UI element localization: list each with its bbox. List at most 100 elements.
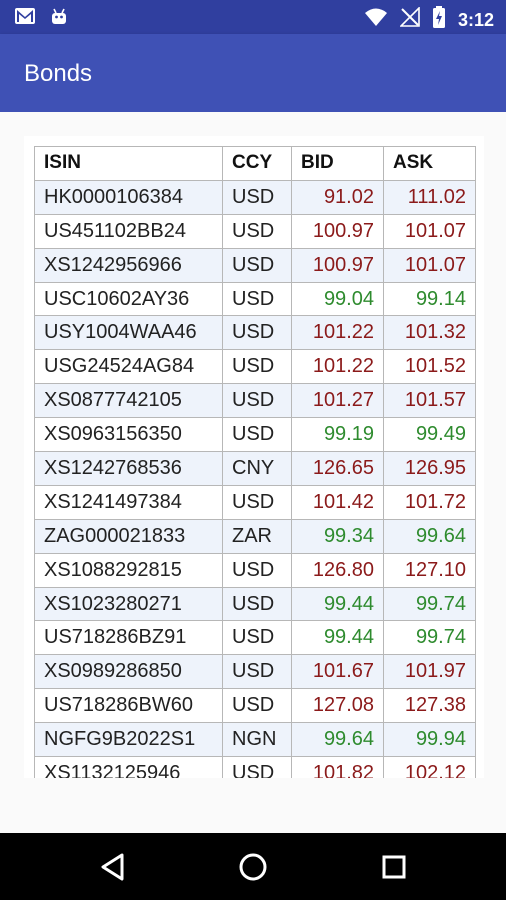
cell-bid: 101.42 [291, 484, 384, 520]
table-row[interactable]: XS1088292815 USD 126.80 127.10 [34, 552, 476, 588]
cell-bid: 101.67 [291, 654, 384, 690]
cell-isin: XS1241497384 [34, 484, 223, 520]
cell-ask: 127.10 [383, 552, 476, 588]
cell-isin: XS1242956966 [34, 247, 223, 283]
cell-ask: 126.95 [383, 451, 476, 486]
cell-bid: 100.97 [291, 247, 384, 283]
wifi-icon [364, 7, 388, 32]
table-row[interactable]: US451102BB24 USD 100.97 101.07 [34, 213, 476, 249]
table-row[interactable]: US718286BZ91 USD 99.44 99.74 [34, 620, 476, 656]
cell-ask: 127.38 [383, 688, 476, 724]
cell-isin: XS1242768536 [34, 451, 223, 486]
cell-ask: 111.02 [383, 179, 476, 215]
cell-isin: HK0000106384 [34, 179, 223, 215]
table-row[interactable]: NGFG9B2022S1 NGN 99.64 99.94 [34, 722, 476, 758]
cell-bid: 126.80 [291, 552, 384, 588]
gmail-icon [14, 7, 36, 30]
cell-ask: 101.07 [383, 247, 476, 283]
cell-isin: XS0963156350 [34, 417, 223, 453]
recents-icon[interactable] [377, 850, 411, 884]
cell-ccy: USD [222, 688, 292, 724]
cell-bid: 99.34 [291, 518, 384, 554]
cell-ask: 101.57 [383, 383, 476, 419]
cell-ccy: USD [222, 281, 292, 317]
table-row[interactable]: XS0989286850 USD 101.67 101.97 [34, 654, 476, 690]
table-body: HK0000106384 USD 91.02 111.02 US451102BB24 US… [34, 179, 476, 778]
cell-ccy: USD [222, 349, 292, 385]
cell-isin: US718286BW60 [34, 688, 223, 724]
cell-ask: 101.32 [383, 315, 476, 351]
cell-isin: XS0989286850 [34, 654, 223, 690]
cell-isin: XS1088292815 [34, 552, 223, 588]
table-row[interactable]: XS0877742105 USD 101.27 101.57 [34, 383, 476, 419]
table-row[interactable]: XS0963156350 USD 99.19 99.49 [34, 417, 476, 453]
cell-ask: 101.72 [383, 484, 476, 520]
cell-bid: 99.04 [291, 281, 384, 317]
column-header-ccy[interactable]: CCY [222, 146, 292, 181]
cell-ccy: USD [222, 654, 292, 690]
cell-isin: US718286BZ91 [34, 620, 223, 656]
status-time: 3:12 [457, 9, 494, 30]
cell-ccy: USD [222, 620, 292, 656]
table-row[interactable]: XS1242956966 USD 100.97 101.07 [34, 247, 476, 283]
cell-ccy: USD [222, 484, 292, 520]
cell-ccy: USD [222, 383, 292, 419]
cell-bid: 91.02 [291, 179, 384, 215]
page-title: Bonds [24, 60, 93, 87]
cell-ccy: NGN [222, 722, 292, 758]
column-header-isin[interactable]: ISIN [34, 146, 223, 181]
cell-ask: 99.14 [383, 281, 476, 317]
navigation-bar [0, 833, 506, 900]
cell-ccy: USD [222, 247, 292, 283]
cell-bid: 99.19 [291, 417, 384, 453]
cell-ccy: USD [222, 552, 292, 588]
cell-bid: 101.27 [291, 383, 384, 419]
cell-isin: US451102BB24 [34, 213, 223, 249]
cell-bid: 101.22 [291, 349, 384, 385]
cell-isin: USC10602AY36 [34, 281, 223, 317]
table-row[interactable]: USG24524AG84 USD 101.22 101.52 [34, 349, 476, 385]
table-row[interactable]: XS1132125946 USD 101.82 102.12 [34, 756, 476, 778]
cell-isin: USG24524AG84 [34, 349, 223, 385]
cell-ask: 101.52 [383, 349, 476, 385]
table-row[interactable]: USC10602AY36 USD 99.04 99.14 [34, 281, 476, 317]
cell-bid: 99.64 [291, 722, 384, 758]
battery-charging-icon [432, 6, 446, 33]
column-header-bid[interactable]: BID [291, 146, 384, 181]
table-row[interactable]: XS1023280271 USD 99.44 99.74 [34, 586, 476, 622]
cell-ccy: USD [222, 179, 292, 215]
cell-bid: 126.65 [291, 451, 384, 486]
cell-isin: NGFG9B2022S1 [34, 722, 223, 758]
cell-bid: 99.44 [291, 586, 384, 622]
app-bar: Bonds [0, 34, 506, 112]
table-row[interactable]: ZAG000021833 ZAR 99.34 99.64 [34, 518, 476, 554]
cell-isin: XS0877742105 [34, 383, 223, 419]
cell-ask: 99.64 [383, 518, 476, 554]
cell-bid: 101.22 [291, 315, 384, 351]
cell-bid: 99.44 [291, 620, 384, 656]
table-row[interactable]: HK0000106384 USD 91.02 111.02 [34, 179, 476, 215]
cell-ccy: USD [222, 756, 292, 778]
content-area[interactable]: ISIN CCY BID ASK HK0000106384 USD 91.02 111… [0, 112, 506, 832]
cell-ask: 101.07 [383, 213, 476, 249]
cell-ask: 99.94 [383, 722, 476, 758]
bonds-table-container[interactable]: ISIN CCY BID ASK HK0000106384 USD 91.02 111… [24, 136, 484, 778]
cell-ccy: ZAR [222, 518, 292, 554]
table-row[interactable]: USY1004WAA46 USD 101.22 101.32 [34, 315, 476, 351]
cell-ask: 99.74 [383, 620, 476, 656]
column-header-ask[interactable]: ASK [383, 146, 476, 181]
cell-bid: 100.97 [291, 213, 384, 249]
cell-ask: 99.74 [383, 586, 476, 622]
cell-isin: ZAG000021833 [34, 518, 223, 554]
bonds-table: ISIN CCY BID ASK HK0000106384 USD 91.02 111… [34, 146, 476, 778]
home-icon[interactable] [236, 850, 270, 884]
back-icon[interactable] [96, 850, 130, 884]
status-bar: 3:12 [0, 0, 506, 34]
table-row[interactable]: XS1242768536 CNY 126.65 126.95 [34, 451, 476, 486]
table-row[interactable]: XS1241497384 USD 101.42 101.72 [34, 484, 476, 520]
table-row[interactable]: US718286BW60 USD 127.08 127.38 [34, 688, 476, 724]
cell-bid: 101.82 [291, 756, 384, 778]
cell-ccy: USD [222, 586, 292, 622]
cell-ask: 99.49 [383, 417, 476, 453]
cell-ask: 101.97 [383, 654, 476, 690]
